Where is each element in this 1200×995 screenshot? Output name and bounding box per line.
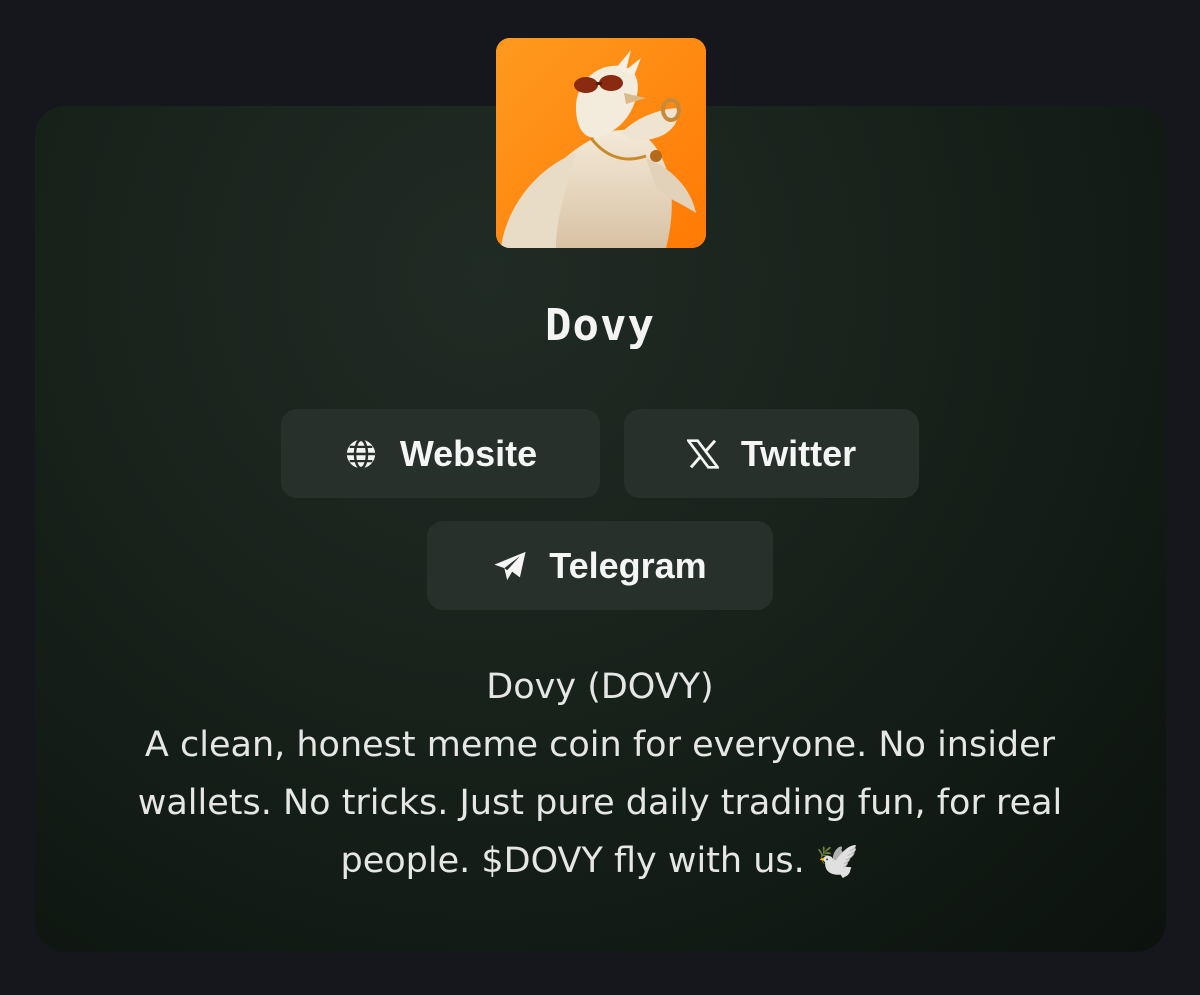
profile-name: Dovy: [545, 300, 655, 351]
description: Dovy (DOVY) A clean, honest meme coin fo…: [120, 658, 1080, 890]
ticker-line: Dovy (DOVY): [486, 667, 714, 707]
website-label: Website: [399, 432, 538, 474]
description-body: A clean, honest meme coin for everyone. …: [137, 725, 1063, 881]
twitter-label: Twitter: [740, 432, 857, 474]
page: Dovy Website Twitter Telegram Dovy (DOVY…: [0, 0, 1200, 995]
avatar: [496, 38, 706, 248]
telegram-button[interactable]: Telegram: [427, 521, 773, 610]
globe-icon: [344, 437, 378, 471]
x-logo-icon: [686, 438, 719, 469]
telegram-label: Telegram: [549, 544, 707, 586]
twitter-button[interactable]: Twitter: [624, 409, 919, 498]
telegram-plane-icon: [493, 550, 527, 582]
dove-with-sunglasses-image: [496, 38, 706, 248]
website-button[interactable]: Website: [281, 409, 600, 498]
